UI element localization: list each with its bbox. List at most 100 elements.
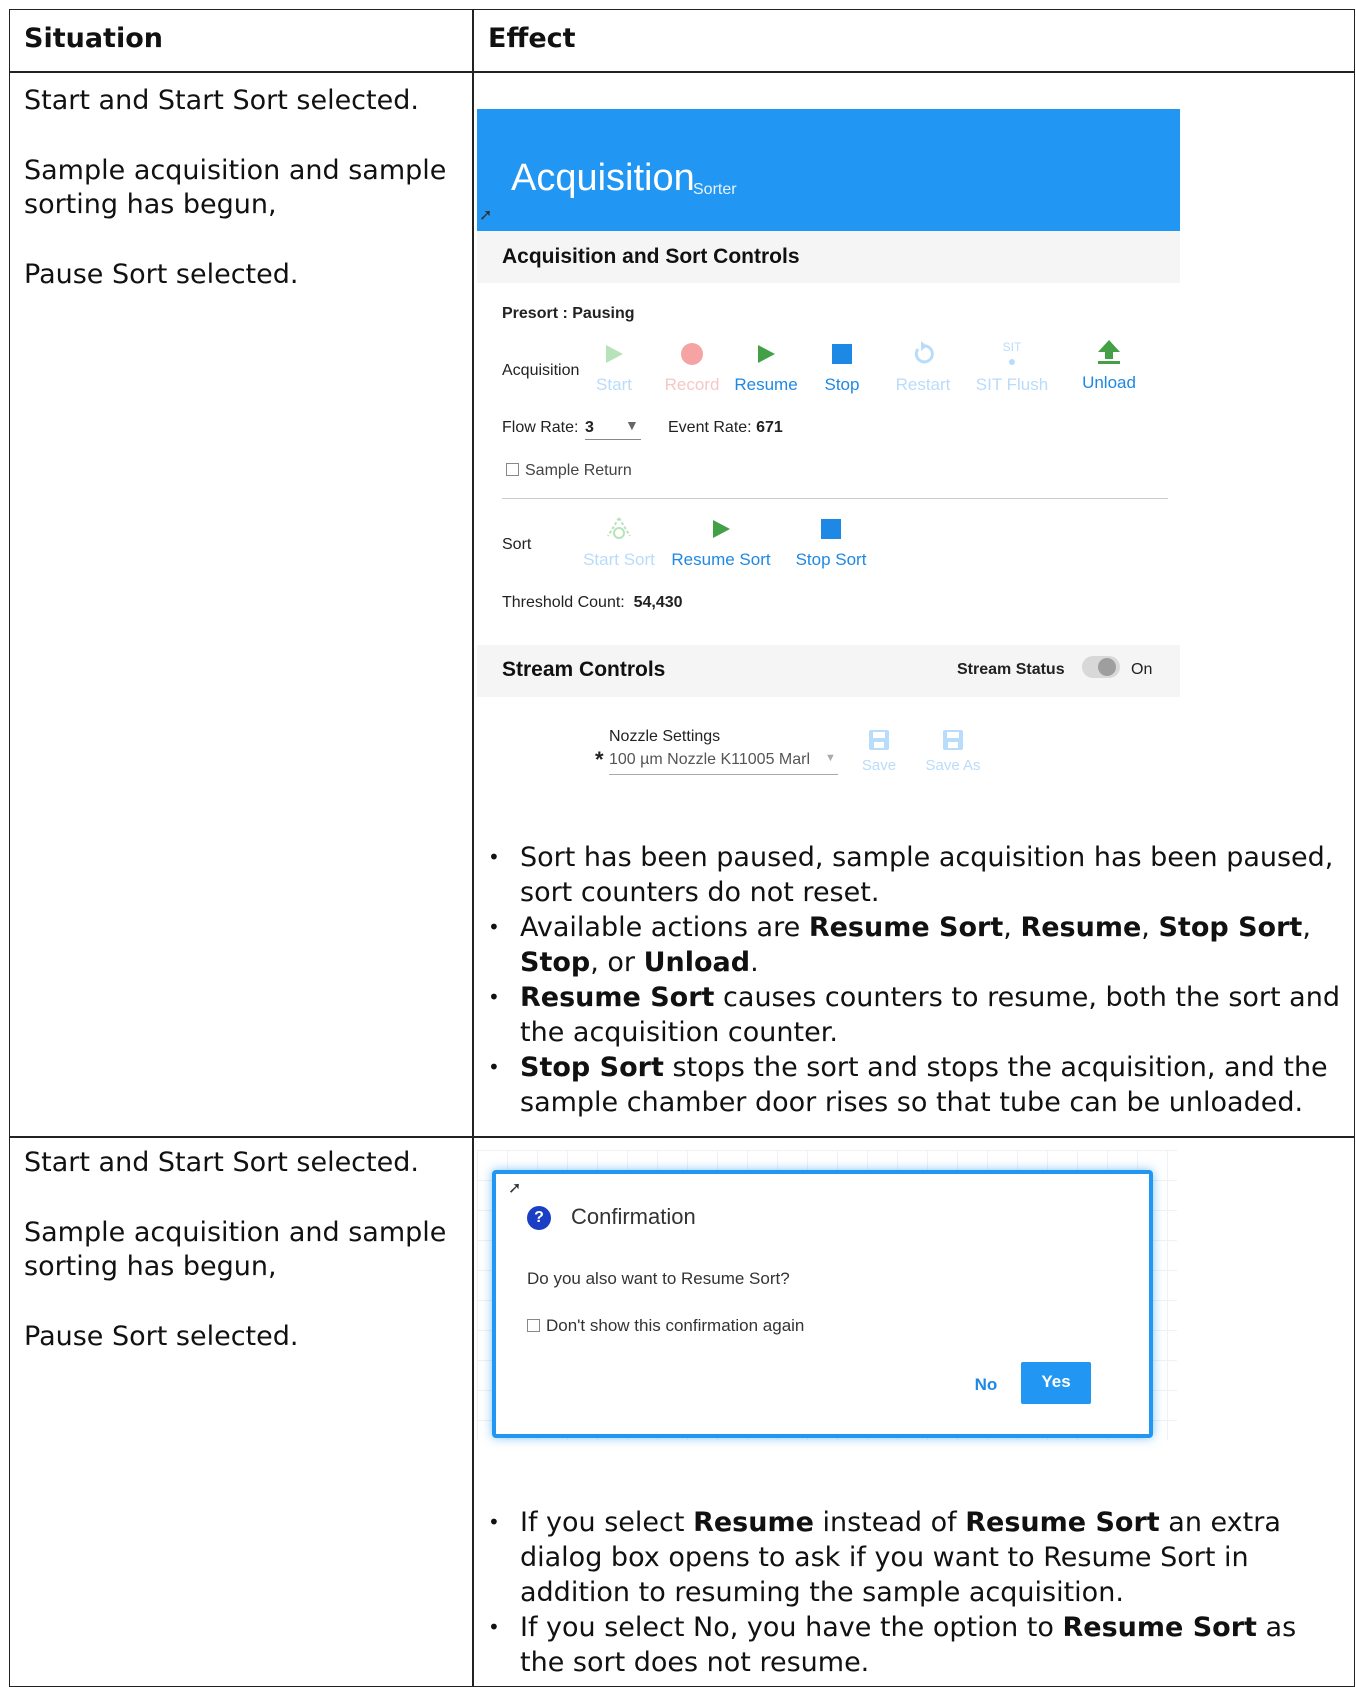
question-icon: ? <box>527 1206 551 1230</box>
event-rate-value: 671 <box>756 419 783 436</box>
no-button[interactable]: No <box>961 1368 1011 1402</box>
acquisition-subtitle: Sorter <box>693 181 737 198</box>
restart-button[interactable]: Restart <box>878 337 968 395</box>
restart-label: Restart <box>895 375 951 394</box>
start-button[interactable]: Start <box>569 337 659 395</box>
stop-icon <box>832 344 852 364</box>
bullet-text: If you select <box>520 1507 694 1538</box>
bold-term: Stop Sort <box>520 1052 664 1083</box>
event-rate-label-text: Event Rate: <box>668 419 752 436</box>
column-divider <box>472 10 474 1686</box>
situation-line: Pause Sort selected. <box>24 1321 299 1352</box>
stop-sort-button[interactable]: Stop Sort <box>783 512 879 570</box>
flow-rate-select[interactable]: 3 ▼ <box>585 415 641 440</box>
nozzle-settings-select[interactable]: 100 µm Nozzle K11005 Marl ▼ <box>609 749 838 775</box>
nozzle-settings-label: Nozzle Settings <box>609 728 721 745</box>
bullet-text: . <box>750 947 759 978</box>
start-label: Start <box>596 375 632 394</box>
unload-button[interactable]: Unload <box>1064 335 1154 393</box>
resume-sort-label: Resume Sort <box>671 550 771 569</box>
mouse-pointer-icon: ➚ <box>508 1180 522 1197</box>
bullet-text: If you select No, you have the option to <box>520 1612 1063 1643</box>
sit-flush-button[interactable]: SIT ● SIT Flush <box>967 337 1057 395</box>
record-icon <box>681 343 703 365</box>
upload-arrow-icon <box>1098 340 1120 364</box>
yes-button[interactable]: Yes <box>1021 1362 1091 1404</box>
bold-term: Stop Sort <box>1158 912 1303 943</box>
restart-icon <box>914 341 934 364</box>
stop-label: Stop <box>824 375 860 394</box>
sample-return-checkbox[interactable]: Sample Return <box>506 462 632 480</box>
stop-button[interactable]: Stop <box>797 337 887 395</box>
save-as-button[interactable]: Save As <box>913 727 993 774</box>
situation-cell-1: Start and Start Sort selected. Sample ac… <box>24 84 464 328</box>
flow-rate-value: 3 <box>585 419 594 436</box>
situation-cell-2: Start and Start Sort selected. Sample ac… <box>24 1146 464 1390</box>
confirmation-dialog: ➚ ? Confirmation Do you also want to Res… <box>492 1170 1153 1438</box>
section-title: Acquisition and Sort Controls <box>502 245 800 268</box>
stream-status-toggle[interactable] <box>1082 656 1120 678</box>
effect-bullet-item: If you select Resume instead of Resume S… <box>475 1505 1345 1610</box>
stream-status-value: On <box>1131 661 1153 678</box>
bold-term: Resume <box>1020 912 1142 943</box>
bullet-text: Available actions are <box>520 912 809 943</box>
sample-return-label: Sample Return <box>525 462 632 479</box>
bold-term: Resume <box>693 1507 814 1538</box>
row-divider <box>10 1136 1354 1138</box>
chevron-down-icon: ▼ <box>825 752 836 764</box>
confirmation-screenshot: ➚ ? Confirmation Do you also want to Res… <box>477 1150 1177 1440</box>
unload-label: Unload <box>1082 373 1136 392</box>
bullet-text: , <box>1141 912 1159 943</box>
header-divider <box>10 71 1354 73</box>
section-divider <box>502 498 1168 499</box>
sit-drop-icon: SIT ● <box>1002 340 1022 369</box>
presort-label-text: Presort : <box>502 305 568 322</box>
bold-term: Resume Sort <box>808 912 1004 943</box>
resume-sort-button[interactable]: Resume Sort <box>666 512 776 570</box>
dialog-title: Confirmation <box>571 1204 696 1229</box>
dont-show-again-checkbox[interactable]: Don't show this confirmation again <box>527 1316 804 1336</box>
header-situation: Situation <box>24 23 163 54</box>
dont-show-again-label: Don't show this confirmation again <box>546 1316 805 1335</box>
sort-stream-icon <box>607 517 631 539</box>
bullet-text: , <box>1302 912 1311 943</box>
threshold-count-label: Threshold Count: 54,430 <box>502 594 683 612</box>
nozzle-value: 100 µm Nozzle K11005 Marl <box>609 751 811 768</box>
sit-flush-label: SIT Flush <box>975 375 1049 394</box>
threshold-count-label-text: Threshold Count: <box>502 594 625 611</box>
situation-line: Sample acquisition and sample sorting ha… <box>24 155 447 220</box>
situation-line: Start and Start Sort selected. <box>24 1147 419 1178</box>
chevron-down-icon: ▼ <box>625 417 639 433</box>
acquisition-label: Acquisition <box>502 362 580 379</box>
situation-line: Start and Start Sort selected. <box>24 85 419 116</box>
bullet-text: Sort has been paused, sample acquisition… <box>520 842 1334 908</box>
flow-rate-label: Flow Rate: <box>502 419 579 436</box>
event-rate-label: Event Rate: 671 <box>668 419 783 437</box>
save-button[interactable]: Save <box>849 727 909 774</box>
save-label: Save <box>861 757 897 774</box>
mouse-pointer-icon: ➚ <box>479 207 493 224</box>
effect-bullet-item: If you select No, you have the option to… <box>475 1610 1345 1680</box>
stop-icon <box>821 519 841 539</box>
acquisition-header: Acquisition Sorter ➚ <box>477 109 1180 231</box>
acquisition-panel-screenshot: Acquisition Sorter ➚ Acquisition and Sor… <box>477 109 1180 815</box>
checkbox-icon <box>527 1319 540 1332</box>
play-icon <box>606 345 623 363</box>
stream-controls-title: Stream Controls <box>502 658 666 681</box>
stream-controls-bar: Stream Controls Stream Status On <box>477 645 1180 697</box>
toggle-knob <box>1098 658 1116 676</box>
effect-bullets-row-1: Sort has been paused, sample acquisition… <box>475 840 1345 1120</box>
bold-term: Unload <box>643 947 751 978</box>
play-icon <box>758 345 775 363</box>
bold-term: Stop <box>520 947 591 978</box>
stop-sort-label: Stop Sort <box>795 550 867 569</box>
required-asterisk: * <box>595 747 604 772</box>
threshold-count-value: 54,430 <box>633 594 683 611</box>
header-effect: Effect <box>488 23 576 54</box>
start-sort-label: Start Sort <box>583 550 655 569</box>
bold-term: Resume Sort <box>1062 1612 1257 1643</box>
start-sort-button[interactable]: Start Sort <box>569 512 669 570</box>
presort-status: Pausing <box>572 305 635 322</box>
effect-bullet-item: Stop Sort stops the sort and stops the a… <box>475 1050 1345 1120</box>
sort-label: Sort <box>502 536 532 553</box>
